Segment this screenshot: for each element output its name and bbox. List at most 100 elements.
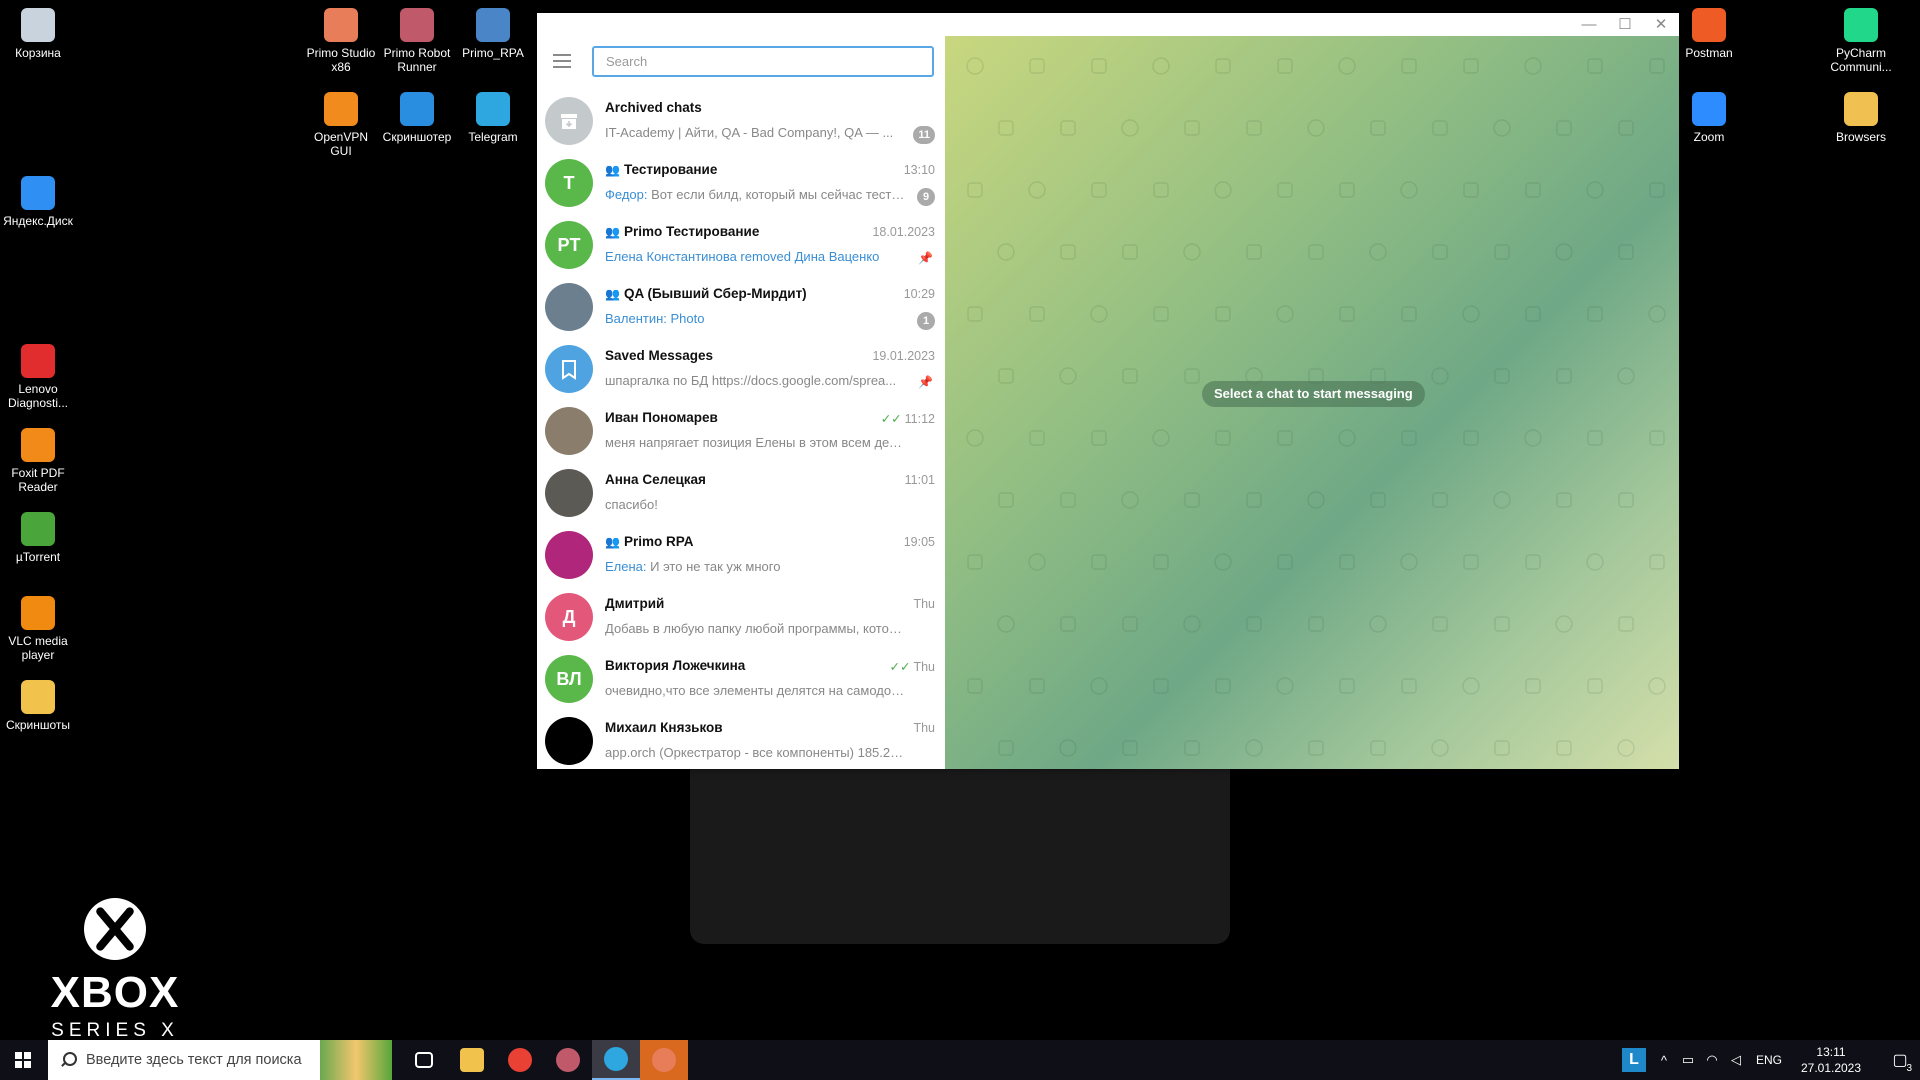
network-icon[interactable]: ◠ (1700, 1052, 1724, 1068)
desktop-icon[interactable]: Скриншоты (0, 680, 76, 732)
folder-icon (21, 680, 55, 714)
double-check-icon: ✓✓ (880, 412, 902, 426)
chat-name: Дмитрий (605, 596, 860, 611)
photo-avatar (545, 531, 593, 579)
taskbar-app[interactable] (496, 1040, 544, 1080)
chat-list-item[interactable]: PT 👥 Primo Тестирование 18.01.2023 Елена Кон… (537, 214, 945, 276)
chat-preview-text: Добавь в любую папку любой программы, ко… (605, 621, 905, 636)
task-view-icon (415, 1052, 433, 1068)
chat-avatar: Т (545, 159, 593, 207)
chat-list-item[interactable]: Archived chats IT-Academy | Айти, QA - Ba… (537, 90, 945, 152)
utorrent-icon (21, 512, 55, 546)
desktop-icon[interactable]: Яндекс.Диск (0, 176, 76, 228)
chat-time-text: 18.01.2023 (872, 225, 935, 239)
desktop-icon-label: Zoom (1693, 130, 1725, 144)
notification-icon: ▢ (1892, 1052, 1908, 1069)
chat-preview: Федор: Вот если билд, который мы сейчас … (605, 187, 905, 202)
desktop-icon[interactable]: Zoom (1671, 92, 1747, 144)
show-hidden-icons-chevron-icon[interactable]: ^ (1652, 1053, 1676, 1068)
desktop-icon[interactable]: VLC media player (0, 596, 76, 662)
chat-list-item[interactable]: Иван Пономарев ✓✓ 11:12 меня напрягает пози… (537, 400, 945, 462)
meet-now-icon[interactable]: ▭ (1676, 1052, 1700, 1068)
xbox-subtitle: SERIES X (51, 1020, 179, 1041)
chat-list-item[interactable]: Д Дмитрий Thu Добавь в любую папку любой пр… (537, 586, 945, 648)
chat-area: Select a chat to start messaging (945, 36, 1679, 769)
primo-icon (556, 1048, 580, 1072)
taskbar-search-input[interactable] (86, 1052, 320, 1068)
clock[interactable]: 13:11 27.01.2023 (1796, 1044, 1866, 1076)
desktop-icon[interactable]: Скриншотер (379, 92, 455, 144)
chat-preview-text: Елена Константинова removed Дина Ваценко (605, 249, 880, 264)
taskbar-search[interactable] (48, 1040, 392, 1080)
minimize-button[interactable]: — (1571, 13, 1607, 36)
notification-center-button[interactable]: ▢ 3 (1880, 1040, 1920, 1080)
desktop-icon[interactable]: µTorrent (0, 512, 76, 564)
desktop-icon[interactable]: Foxit PDF Reader (0, 428, 76, 494)
close-button[interactable]: ✕ (1643, 13, 1679, 36)
desktop-icon[interactable]: Browsers (1823, 92, 1899, 144)
chat-name: Анна Селецкая (605, 472, 860, 487)
group-icon: 👥 (605, 163, 620, 177)
maximize-button[interactable]: ☐ (1607, 13, 1643, 36)
yandex-disk-icon (21, 176, 55, 210)
chat-time: 18.01.2023 (872, 225, 935, 239)
chat-name-text: Иван Пономарев (605, 410, 718, 425)
chat-name-text: Primo Тестирование (623, 224, 760, 239)
chat-time-text: Thu (913, 721, 935, 735)
chat-list-item[interactable]: 👥 QA (Бывший Сбер-Мирдит) 10:29 Валентин: P… (537, 276, 945, 338)
desktop-icon[interactable]: Primo_RPA (455, 8, 531, 60)
chat-list-item[interactable]: Михаил Князьков Thu app.orch (Оркестратор … (537, 710, 945, 769)
chat-list-item[interactable]: Saved Messages 19.01.2023 шпаргалка по БД … (537, 338, 945, 400)
desktop-icon[interactable]: OpenVPN GUI (303, 92, 379, 158)
chat-list-item[interactable]: Т 👥 Тестирование 13:10 Федор: Вот если билд,… (537, 152, 945, 214)
photo-avatar (545, 469, 593, 517)
volume-icon[interactable]: ◁ (1724, 1052, 1748, 1068)
group-icon: 👥 (605, 287, 620, 301)
unread-badge: 11 (913, 126, 935, 144)
telegram-window: — ☐ ✕ Archived chats IT-Academy | Айти, Q… (537, 13, 1679, 769)
desktop-icon[interactable]: PyCharm Communi... (1823, 8, 1899, 74)
chat-preview-text: app.orch (Оркестратор - все компоненты) … (605, 745, 905, 760)
chat-time: 19.01.2023 (872, 349, 935, 363)
chat-preview-sender: Федор: (605, 187, 652, 202)
taskbar-app[interactable] (544, 1040, 592, 1080)
desktop-icon-label: Browsers (1835, 130, 1886, 144)
chat-time-text: 13:10 (903, 163, 935, 177)
taskbar-app[interactable] (640, 1040, 688, 1080)
chat-list-item[interactable]: ВЛ Виктория Ложечкина ✓✓ Thu очевидно,что вс… (537, 648, 945, 710)
desktop-icon[interactable]: Primo Robot Runner (379, 8, 455, 74)
taskbar-app[interactable] (592, 1040, 640, 1080)
chat-preview: шпаргалка по БД https://docs.google.com/… (605, 373, 905, 388)
start-button[interactable] (0, 1040, 46, 1080)
desktop-icon[interactable]: Корзина (0, 8, 76, 60)
tray-l-app-icon[interactable]: L (1621, 1048, 1646, 1072)
search-input[interactable] (592, 46, 934, 77)
language-indicator[interactable]: ENG (1756, 1053, 1782, 1067)
chat-name: 👥 Primo Тестирование (605, 224, 860, 239)
window-titlebar[interactable]: — ☐ ✕ (537, 13, 1679, 36)
desktop-icon[interactable]: Telegram (455, 92, 531, 144)
taskbar-app[interactable] (448, 1040, 496, 1080)
primo-studio-icon (324, 8, 358, 42)
file-explorer-icon (460, 1048, 484, 1072)
chat-list-item[interactable]: Анна Селецкая 11:01 спасибо! (537, 462, 945, 524)
unread-badge: 9 (917, 188, 935, 206)
telegram-icon (604, 1047, 628, 1071)
desktop-icon[interactable]: Lenovo Diagnosti... (0, 344, 76, 410)
chat-preview: Елена Константинова removed Дина Ваценко (605, 249, 905, 264)
chat-name: Виктория Ложечкина (605, 658, 860, 673)
desktop-icon[interactable]: Primo Studio x86 (303, 8, 379, 74)
chat-preview-sender: Валентин: (605, 311, 671, 326)
chat-preview: очевидно,что все элементы делятся на сам… (605, 683, 905, 698)
desktop-icon[interactable]: Postman (1671, 8, 1747, 60)
desktop-icon-label: Primo Robot Runner (383, 46, 451, 74)
hamburger-menu-icon[interactable] (553, 54, 571, 68)
taskbar-app[interactable] (400, 1040, 448, 1080)
primo-rpa-icon (476, 8, 510, 42)
chat-avatar: PT (545, 221, 593, 269)
chat-name-text: Тестирование (623, 162, 718, 177)
chat-list-item[interactable]: 👥 Primo RPA 19:05 Елена: И это не так уж мн… (537, 524, 945, 586)
group-icon: 👥 (605, 225, 620, 239)
desktop-icon-label: Postman (1685, 46, 1733, 60)
chat-preview-text: IT-Academy | Айти, QA - Bad Company!, QA… (605, 125, 894, 140)
